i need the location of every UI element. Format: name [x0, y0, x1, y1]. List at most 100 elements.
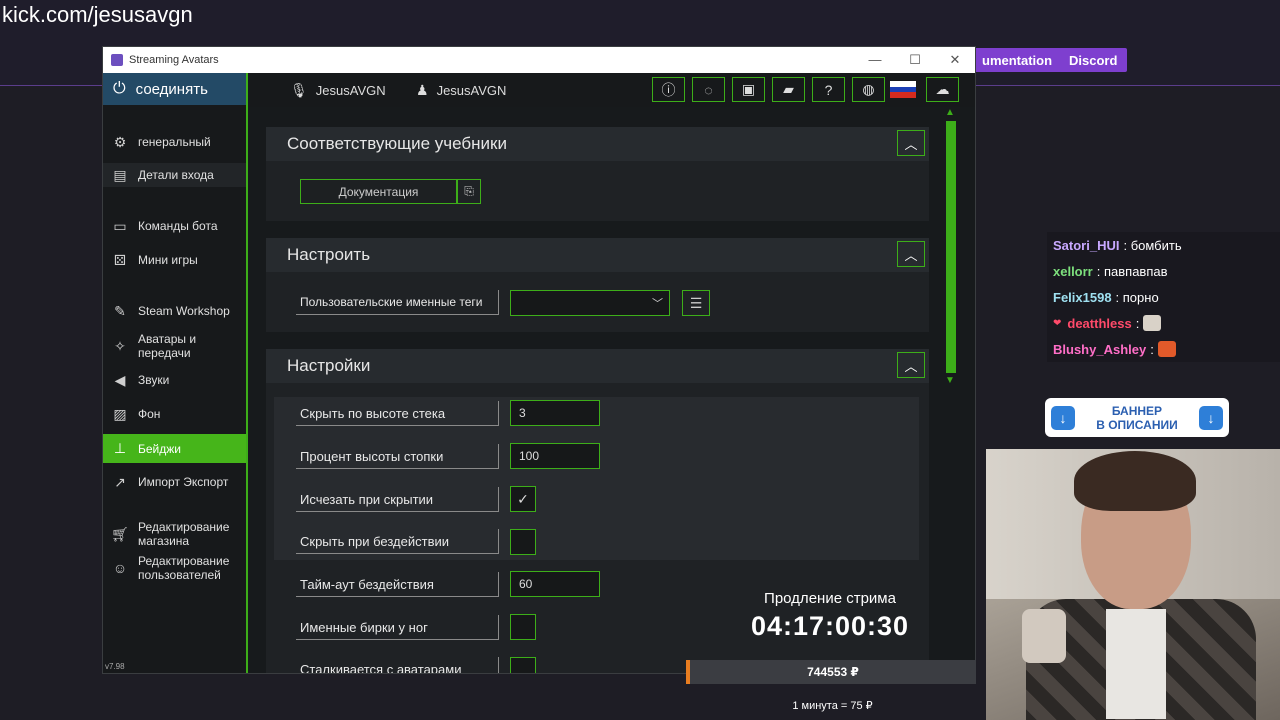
collapse-button[interactable]: ︿ [897, 352, 925, 378]
arrow-down-icon: ↓ [1198, 405, 1223, 430]
sidebar-item-label: Фон [138, 407, 161, 421]
setting-label: Исчезать при скрытии [296, 487, 499, 512]
chevron-up-icon: ︿ [904, 358, 918, 374]
chat-text: : павпавпав [1096, 263, 1168, 279]
chat-message: Satori_HUI : бомбить [1047, 232, 1280, 258]
open-doc-button[interactable]: ⎘ [457, 179, 481, 204]
hide-idle-checkbox[interactable] [510, 529, 536, 555]
donation-rate: 1 минута = 75 ₽ [792, 700, 873, 712]
steam-icon: ✎ [114, 302, 126, 319]
cloud-button[interactable]: ☁ [926, 77, 959, 102]
sidebar-item-import-export[interactable]: ↗ Импорт Экспорт [103, 471, 246, 493]
section-header: Настройки ︿ [266, 349, 929, 383]
app-icon [111, 54, 123, 66]
microphone-icon: 🎙︎ [290, 82, 308, 98]
sidebar-item-bot-commands[interactable]: ▭ Команды бота [103, 215, 246, 237]
minimize-button[interactable]: — [855, 47, 895, 73]
stream-timer: Продление стрима 04:17:00:30 [730, 590, 930, 642]
section-header: Соответствующие учебники ︿ [266, 127, 929, 161]
sidebar-item-label: Звуки [138, 373, 170, 387]
stack-height-input[interactable]: 3 [510, 400, 600, 426]
setting-label: Процент высоты стопки [296, 444, 499, 469]
site-discord-button[interactable]: Discord [1059, 48, 1128, 72]
nametags-select[interactable]: ﹀ [510, 290, 670, 316]
login-icon: ▤ [113, 166, 127, 183]
cloud-icon: ☁ [935, 81, 950, 97]
stream-url: kick.com/jesusavgn [2, 2, 193, 27]
sidebar-item-label: генеральный [138, 135, 211, 149]
stack-percent-input[interactable]: 100 [510, 443, 600, 469]
collapse-button[interactable]: ︿ [897, 130, 925, 156]
sidebar-item-login[interactable]: ▤ Детали входа [103, 163, 246, 187]
help-button[interactable]: ? [812, 77, 845, 102]
cart-icon: 🛒︎ [111, 525, 129, 542]
sidebar-item-user-edit[interactable]: ☺ Редактирование пользователей [103, 553, 246, 583]
collapse-button[interactable]: ︿ [897, 241, 925, 267]
account-name: JesusAVGN [436, 83, 507, 98]
sidebar-item-sounds[interactable]: ◀ Звуки [103, 369, 246, 391]
refresh-icon: ◌ [704, 81, 713, 98]
avatar-icon: ✧ [114, 337, 126, 354]
sidebar-item-label: Импорт Экспорт [138, 475, 229, 489]
scroll-down-icon[interactable]: ▼ [945, 375, 955, 386]
nametags-feet-checkbox[interactable] [510, 614, 536, 640]
account-name: JesusAVGN [315, 83, 386, 98]
refresh-button[interactable]: ◌ [692, 77, 725, 102]
sidebar-item-general[interactable]: ⚙ генеральный [103, 131, 246, 153]
window-title: Streaming Avatars [129, 54, 219, 66]
setting-label: Скрыть по высоте стека [296, 401, 499, 426]
sidebar-item-label: Аватары и передачи [138, 332, 197, 360]
nametags-list-button[interactable]: ☰ [682, 290, 710, 316]
scroll-thumb[interactable] [946, 121, 956, 373]
fade-on-hide-checkbox[interactable]: ✓ [510, 486, 536, 512]
scroll-up-icon[interactable]: ▲ [945, 107, 955, 118]
sidebar-item-label: Команды бота [138, 219, 218, 233]
folder-button[interactable]: ▰ [772, 77, 805, 102]
sidebar-item-shop-edit[interactable]: 🛒︎ Редактирование магазина [103, 519, 246, 549]
timer-value: 04:17:00:30 [750, 611, 910, 641]
scrollbar[interactable]: ▲ ▼ [943, 107, 959, 387]
sidebar-item-steam-workshop[interactable]: ✎ Steam Workshop [103, 300, 246, 322]
connect-button[interactable]: ⏻ соединять [103, 73, 246, 105]
idle-timeout-input[interactable]: 60 [510, 571, 600, 597]
chat-text: : бомбить [1123, 237, 1182, 253]
section-title: Соответствующие учебники [287, 134, 507, 153]
sidebar-item-label: Бейджи [138, 441, 181, 456]
documentation-button[interactable]: Документация [300, 179, 457, 204]
donation-bar: 744553 ₽ [686, 660, 976, 684]
microphone-icon [1022, 609, 1066, 663]
chat-overlay: Satori_HUI : бомбить xellorr : павпавпав… [1047, 232, 1280, 362]
maximize-button[interactable]: ☐ [895, 47, 935, 73]
setting-label: Сталкивается с аватарами [296, 657, 499, 673]
chevron-up-icon: ︿ [904, 136, 918, 152]
chat-user: deatthless [1067, 315, 1132, 331]
chevron-down-icon: ﹀ [652, 298, 663, 310]
alert-button[interactable]: ⓘ [652, 77, 685, 102]
emote-icon [1143, 315, 1162, 331]
site-documentation-button[interactable]: umentation [972, 48, 1063, 72]
donation-total: 744553 ₽ [807, 665, 859, 679]
chat-message: ❤ deatthless : [1047, 310, 1280, 336]
sidebar-item-badges[interactable]: ⊥ Бейджи [103, 434, 246, 463]
sidebar-item-label: Мини игры [138, 253, 198, 267]
sidebar-item-background[interactable]: ▨ Фон [103, 403, 246, 425]
nametags-label: Пользовательские именные теги [296, 290, 499, 315]
sidebar-item-label: Редактирование магазина [138, 520, 230, 548]
chat-text: : [1150, 341, 1154, 357]
banner-line2: В ОПИСАНИИ [1096, 417, 1178, 432]
banner-line1: БАННЕР [1111, 403, 1163, 418]
flag-ru-icon [889, 81, 916, 99]
account-bot[interactable]: ♟ JesusAVGN [416, 82, 506, 99]
section-customize: Настроить ︿ Пользовательские именные тег… [266, 238, 929, 332]
sidebar-item-label: Детали входа [138, 168, 214, 182]
close-button[interactable]: ✕ [935, 47, 975, 73]
sidebar-item-minigames[interactable]: ⚄ Мини игры [103, 249, 246, 271]
account-streamer[interactable]: 🎙︎ JesusAVGN [290, 82, 386, 99]
save-button[interactable]: ▣ [732, 77, 765, 102]
language-button[interactable] [886, 77, 919, 102]
collide-avatars-checkbox[interactable] [510, 657, 536, 673]
sidebar-item-avatars[interactable]: ✧ Аватары и передачи [103, 331, 246, 361]
globe-button[interactable]: ◍ [852, 77, 885, 102]
save-icon: ▣ [741, 81, 756, 97]
chat-user: xellorr [1053, 263, 1093, 279]
